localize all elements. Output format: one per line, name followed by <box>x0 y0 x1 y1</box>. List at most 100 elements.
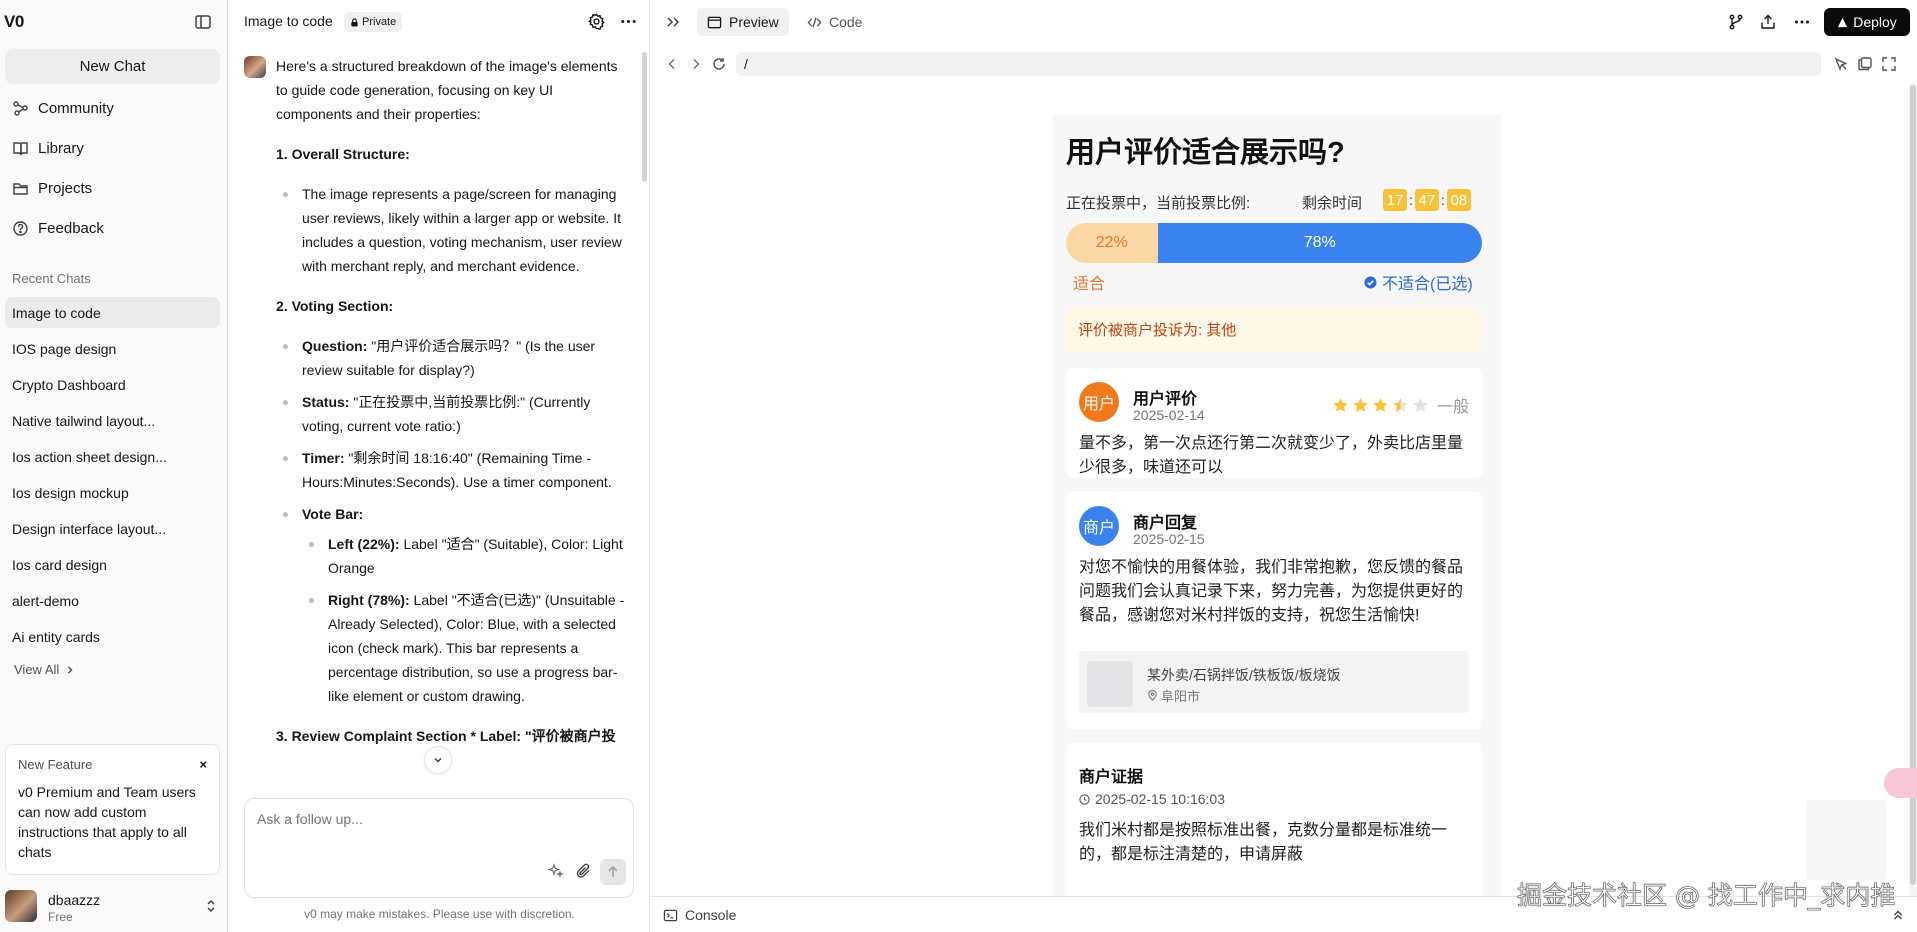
review-text: 量不多，第一次点还行第二次就变少了，外卖比店里量少很多，味道还可以 <box>1079 435 1464 476</box>
reply-text: 对您不愉快的用餐体验，我们非常抱歉，您反馈的餐品问题我们会认真记录下来，努力完善… <box>1079 559 1464 624</box>
tab-label: Code <box>829 14 863 30</box>
vote-bar-suitable[interactable]: 22% <box>1066 223 1158 263</box>
new-chat-button[interactable]: New Chat <box>5 49 220 84</box>
star-icon <box>1393 397 1408 412</box>
vote-bar-unsuitable[interactable]: 78% <box>1157 223 1482 263</box>
recent-chat-item[interactable]: Native tailwind layout... <box>5 405 220 436</box>
vote-bar: 22% 78% <box>1066 223 1482 263</box>
vote-status: 正在投票中，当前投票比例: <box>1066 195 1251 212</box>
follow-up-box <box>244 798 634 898</box>
reply-date: 2025-02-15 <box>1133 531 1205 547</box>
nav-library[interactable]: Library <box>12 136 84 160</box>
console-toggle[interactable]: Console <box>663 907 736 923</box>
code-icon <box>807 15 822 30</box>
recent-chat-item[interactable]: Ios action sheet design... <box>5 441 220 472</box>
assistant-avatar <box>244 56 266 78</box>
git-fork-icon[interactable] <box>1727 13 1745 31</box>
nav-community[interactable]: Community <box>12 96 114 120</box>
url-input[interactable]: / <box>736 52 1821 76</box>
preview-panel: Preview Code Deploy / 用户评价适合展示吗? 正在投票中，当… <box>651 0 1917 932</box>
evidence-title: 商户证据 <box>1079 769 1144 786</box>
arrow-up-icon <box>606 865 620 879</box>
recent-chat-item[interactable]: Ai entity cards <box>5 621 220 652</box>
chat-scrollbar[interactable] <box>642 52 647 182</box>
floating-translate-button[interactable] <box>1884 768 1917 798</box>
location-pin-icon <box>1147 690 1158 701</box>
merchant-reply-card: 商户 商户回复 2025-02-15 对您不愉快的用餐体验，我们非常抱歉，您反馈… <box>1066 492 1482 729</box>
message-heading: 3. Review Complaint Section * Label: "评价… <box>276 728 616 744</box>
chevron-down-icon <box>432 754 444 766</box>
sparkle-icon[interactable] <box>547 862 565 880</box>
more-icon[interactable] <box>619 12 638 31</box>
nav-projects[interactable]: Projects <box>12 176 92 200</box>
user-menu[interactable]: dbaazzz Free <box>0 886 228 932</box>
user-plan: Free <box>48 910 73 924</box>
recent-chat-item[interactable]: Ios card design <box>5 549 220 580</box>
star-icon <box>1353 397 1368 412</box>
send-button[interactable] <box>600 859 626 885</box>
lock-icon <box>350 17 359 27</box>
recent-chat-item[interactable]: IOS page design <box>5 333 220 364</box>
list-item: Status: "正在投票中,当前投票比例:" (Currently votin… <box>276 390 628 438</box>
review-page: 用户评价适合展示吗? 正在投票中，当前投票比例: 剩余时间 17 : 47 : … <box>1053 115 1501 896</box>
private-badge[interactable]: Private <box>344 12 403 32</box>
paperclip-icon[interactable] <box>575 862 593 880</box>
forward-icon[interactable] <box>688 56 704 72</box>
deploy-button[interactable]: Deploy <box>1824 8 1910 36</box>
new-window-icon[interactable] <box>1857 56 1873 72</box>
back-icon[interactable] <box>664 56 680 72</box>
v0-logo[interactable]: V0 <box>4 12 24 32</box>
tab-code[interactable]: Code <box>801 8 868 36</box>
recent-chat-item[interactable]: Ios design mockup <box>5 477 220 508</box>
fullscreen-icon[interactable] <box>1881 56 1897 72</box>
user-avatar: 用户 <box>1079 382 1119 422</box>
message-intro: Here's a structured breakdown of the ima… <box>276 58 618 122</box>
recent-chat-item[interactable]: Design interface layout... <box>5 513 220 544</box>
nav-label: Feedback <box>38 219 104 237</box>
tab-preview[interactable]: Preview <box>697 8 789 36</box>
disclaimer: v0 may make mistakes. Please use with di… <box>304 907 575 921</box>
scrollbar-thumb[interactable] <box>1910 85 1916 885</box>
recent-chat-item[interactable]: alert-demo <box>5 585 220 616</box>
vote-label-suitable[interactable]: 适合 <box>1073 270 1105 294</box>
list-item-text: Label "不适合(已选)" (Unsuitable - Already Se… <box>328 592 625 704</box>
follow-up-input[interactable] <box>257 811 617 827</box>
evidence-time-text: 2025-02-15 10:16:03 <box>1095 791 1225 807</box>
chevron-right-icon <box>65 665 75 675</box>
scroll-down-button[interactable] <box>424 746 452 774</box>
floating-panel <box>1806 800 1886 880</box>
list-item: Left (22%): Label "适合" (Suitable), Color… <box>302 532 628 580</box>
chevrons-right-icon[interactable] <box>664 13 682 31</box>
help-icon <box>12 220 29 237</box>
nav-feedback[interactable]: Feedback <box>12 216 104 240</box>
library-icon <box>12 140 29 157</box>
list-item-label: Timer: <box>302 450 345 466</box>
terminal-icon <box>663 908 678 923</box>
chat-title[interactable]: Image to code <box>244 13 333 29</box>
sidebar-toggle-icon[interactable] <box>194 13 212 31</box>
refresh-icon[interactable] <box>711 56 727 72</box>
preview-viewport: 用户评价适合展示吗? 正在投票中，当前投票比例: 剩余时间 17 : 47 : … <box>651 83 1909 896</box>
list-item-label: Question: <box>302 338 368 354</box>
more-icon[interactable] <box>1793 13 1811 31</box>
recent-chat-item[interactable]: Crypto Dashboard <box>5 369 220 400</box>
store-location: 阜阳市 <box>1147 686 1200 705</box>
store-card[interactable]: 某外卖/石锅拌饭/铁板饭/板烧饭 阜阳市 <box>1079 651 1469 713</box>
nav-label: Community <box>38 99 114 117</box>
close-icon[interactable]: × <box>199 757 207 772</box>
list-item: Right (78%): Label "不适合(已选)" (Unsuitable… <box>302 588 628 708</box>
timer-separator: : <box>1440 192 1445 208</box>
select-element-icon[interactable] <box>1833 56 1849 72</box>
chat-panel: Image to code Private Here's a structure… <box>229 0 650 932</box>
complaint-banner: 评价被商户投诉为: 其他 <box>1066 307 1482 352</box>
feature-title: New Feature <box>18 757 93 772</box>
gear-icon[interactable] <box>587 12 606 31</box>
vote-label-unsuitable[interactable]: 不适合(已选) <box>1364 270 1473 294</box>
timer-minutes: 47 <box>1414 189 1439 211</box>
community-icon <box>12 100 29 117</box>
list-item: Vote Bar: Left (22%): Label "适合" (Suitab… <box>276 502 628 708</box>
view-all-link[interactable]: View All <box>14 662 75 677</box>
share-icon[interactable] <box>1759 13 1777 31</box>
check-circle-icon <box>1364 275 1377 289</box>
recent-chat-item[interactable]: Image to code <box>5 297 220 328</box>
